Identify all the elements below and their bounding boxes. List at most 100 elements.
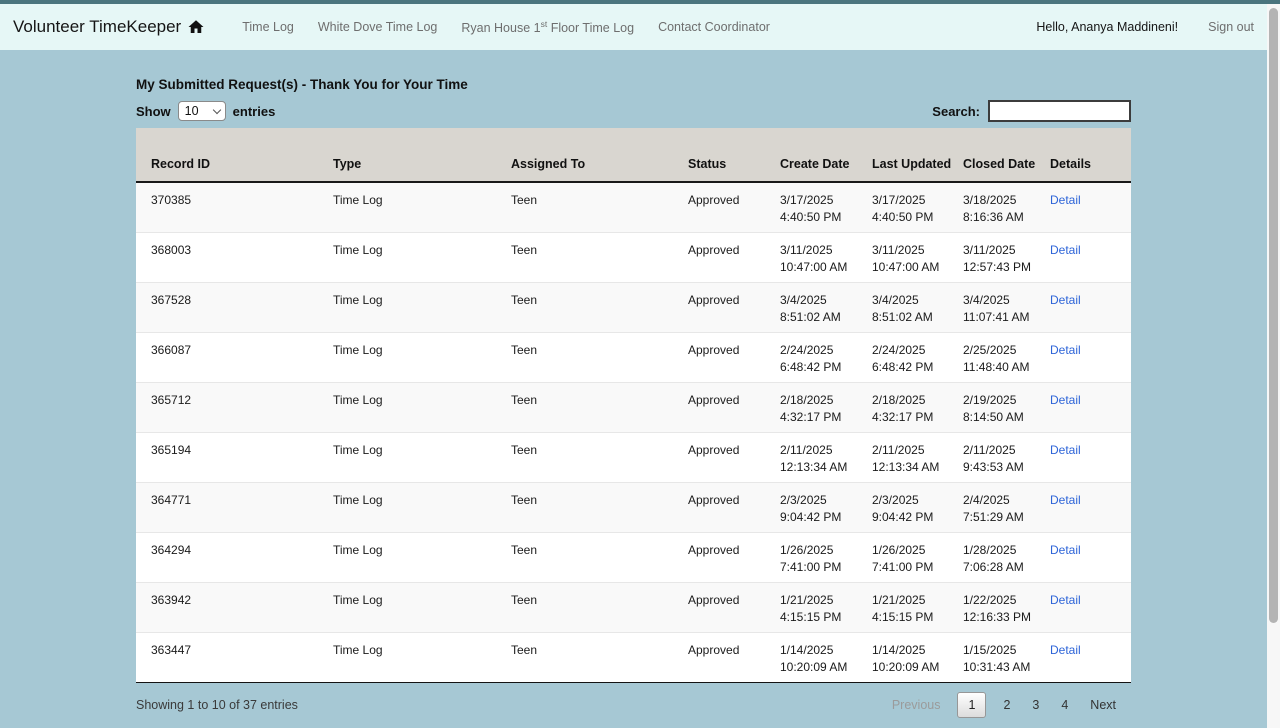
nav-items: Time Log White Dove Time Log Ryan House … [242,19,770,35]
cell-create-date: 3/17/20254:40:50 PM [780,182,872,232]
cell-assigned-to: Teen [511,182,688,232]
cell-create-date: 2/11/202512:13:34 AM [780,432,872,482]
cell-last-updated: 2/18/20254:32:17 PM [872,382,963,432]
detail-link[interactable]: Detail [1050,443,1081,457]
cell-closed-date: 1/28/20257:06:28 AM [963,532,1050,582]
cell-closed-date: 3/18/20258:16:36 AM [963,182,1050,232]
cell-details: Detail [1050,182,1131,232]
table-controls: Show 10 entries Search: [136,99,1131,123]
scrollbar-thumb[interactable] [1269,8,1278,623]
pagination-page-3[interactable]: 3 [1027,698,1044,712]
cell-create-date: 1/14/202510:20:09 AM [780,632,872,682]
detail-link[interactable]: Detail [1050,593,1081,607]
cell-last-updated: 2/24/20256:48:42 PM [872,332,963,382]
cell-closed-date: 3/11/202512:57:43 PM [963,232,1050,282]
cell-record-id: 366087 [136,332,333,382]
column-header-record-id[interactable]: Record ID [136,128,333,182]
nav-item-white-dove-time-log[interactable]: White Dove Time Log [318,20,438,34]
nav-item-time-log[interactable]: Time Log [242,20,294,34]
pagination: Previous 1234 Next [887,692,1131,718]
detail-link[interactable]: Detail [1050,543,1081,557]
detail-link[interactable]: Detail [1050,343,1081,357]
cell-last-updated: 3/17/20254:40:50 PM [872,182,963,232]
cell-assigned-to: Teen [511,532,688,582]
cell-assigned-to: Teen [511,632,688,682]
column-header-details[interactable]: Details [1050,128,1131,182]
column-header-create-date[interactable]: Create Date [780,128,872,182]
nav-item-text: Floor Time Log [547,21,634,35]
table-row: 364771Time LogTeenApproved2/3/20259:04:4… [136,482,1131,532]
cell-assigned-to: Teen [511,282,688,332]
column-header-assigned-to[interactable]: Assigned To [511,128,688,182]
cell-record-id: 368003 [136,232,333,282]
cell-details: Detail [1050,632,1131,682]
cell-last-updated: 1/21/20254:15:15 PM [872,582,963,632]
cell-create-date: 1/21/20254:15:15 PM [780,582,872,632]
main-content: My Submitted Request(s) - Thank You for … [0,77,1280,728]
column-header-closed-date[interactable]: Closed Date [963,128,1050,182]
detail-link[interactable]: Detail [1050,293,1081,307]
search-control: Search: [932,100,1131,122]
nav-item-contact-coordinator[interactable]: Contact Coordinator [658,20,770,34]
scrollbar-track[interactable] [1267,4,1280,728]
cell-closed-date: 2/4/20257:51:29 AM [963,482,1050,532]
user-greeting: Hello, Ananya Maddineni! [1036,20,1178,34]
pagination-next[interactable]: Next [1085,698,1121,712]
cell-assigned-to: Teen [511,582,688,632]
cell-details: Detail [1050,382,1131,432]
show-label: Show [136,104,171,119]
cell-assigned-to: Teen [511,232,688,282]
search-input[interactable] [988,100,1131,122]
page-length-control: Show 10 entries [136,101,275,121]
column-header-type[interactable]: Type [333,128,511,182]
cell-create-date: 2/24/20256:48:42 PM [780,332,872,382]
cell-type: Time Log [333,332,511,382]
detail-link[interactable]: Detail [1050,243,1081,257]
cell-last-updated: 1/26/20257:41:00 PM [872,532,963,582]
cell-create-date: 3/11/202510:47:00 AM [780,232,872,282]
cell-type: Time Log [333,232,511,282]
brand-title: Volunteer TimeKeeper [13,17,181,37]
cell-status: Approved [688,432,780,482]
cell-type: Time Log [333,532,511,582]
nav-item-ryan-house-time-log[interactable]: Ryan House 1st Floor Time Log [461,19,634,35]
cell-details: Detail [1050,532,1131,582]
detail-link[interactable]: Detail [1050,643,1081,657]
cell-create-date: 2/18/20254:32:17 PM [780,382,872,432]
detail-link[interactable]: Detail [1050,493,1081,507]
cell-status: Approved [688,282,780,332]
pagination-page-4[interactable]: 4 [1056,698,1073,712]
brand-home-link[interactable]: Volunteer TimeKeeper [13,17,205,37]
cell-last-updated: 2/11/202512:13:34 AM [872,432,963,482]
cell-status: Approved [688,532,780,582]
cell-record-id: 363942 [136,582,333,632]
cell-record-id: 370385 [136,182,333,232]
table-row: 370385Time LogTeenApproved3/17/20254:40:… [136,182,1131,232]
cell-details: Detail [1050,232,1131,282]
column-header-status[interactable]: Status [688,128,780,182]
cell-last-updated: 3/4/20258:51:02 AM [872,282,963,332]
cell-closed-date: 1/22/202512:16:33 PM [963,582,1050,632]
table-row: 368003Time LogTeenApproved3/11/202510:47… [136,232,1131,282]
column-header-last-updated[interactable]: Last Updated [872,128,963,182]
cell-status: Approved [688,582,780,632]
pagination-previous[interactable]: Previous [887,698,946,712]
cell-last-updated: 2/3/20259:04:42 PM [872,482,963,532]
table-footer: Showing 1 to 10 of 37 entries Previous 12… [136,692,1131,718]
detail-link[interactable]: Detail [1050,193,1081,207]
sign-out-link[interactable]: Sign out [1208,20,1254,34]
navbar: Volunteer TimeKeeper Time Log White Dove… [0,4,1280,50]
cell-status: Approved [688,182,780,232]
cell-record-id: 364294 [136,532,333,582]
showing-info: Showing 1 to 10 of 37 entries [136,698,298,712]
cell-closed-date: 3/4/202511:07:41 AM [963,282,1050,332]
pagination-page-1[interactable]: 1 [957,692,986,718]
cell-create-date: 3/4/20258:51:02 AM [780,282,872,332]
detail-link[interactable]: Detail [1050,393,1081,407]
pagination-page-2[interactable]: 2 [998,698,1015,712]
page-size-select[interactable]: 10 [178,101,226,121]
table-row: 365194Time LogTeenApproved2/11/202512:13… [136,432,1131,482]
table-row: 367528Time LogTeenApproved3/4/20258:51:0… [136,282,1131,332]
cell-closed-date: 1/15/202510:31:43 AM [963,632,1050,682]
cell-details: Detail [1050,432,1131,482]
